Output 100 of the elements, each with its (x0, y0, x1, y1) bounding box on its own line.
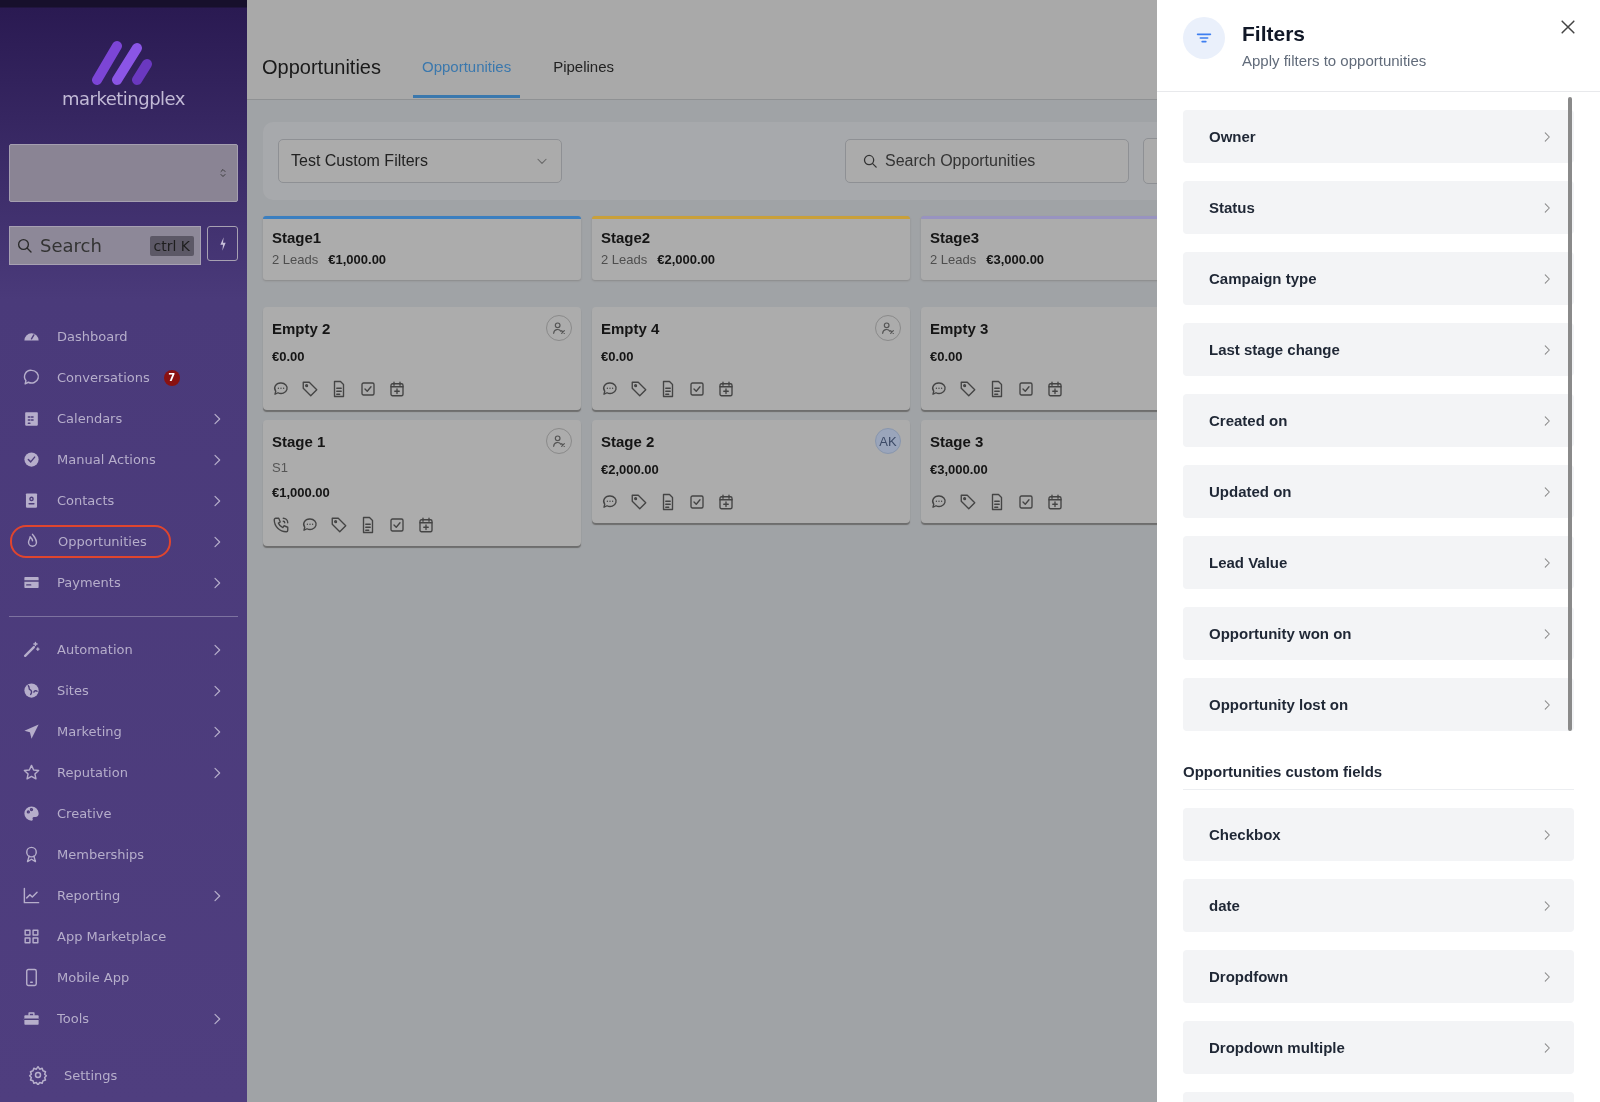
tag-icon (330, 516, 348, 534)
stage-total: €3,000.00 (986, 252, 1045, 267)
nav-item[interactable]: Sites (9, 670, 238, 711)
section-heading: Opportunities custom fields (1183, 749, 1574, 790)
chat-bubble-icon (22, 368, 41, 387)
stage-name: Stage3 (930, 229, 981, 246)
tag-icon (630, 380, 648, 398)
card-title: Stage 1 (272, 432, 326, 450)
opportunity-card[interactable]: Stage 1 S1 €1,000.00 (263, 420, 581, 546)
chat-bubble-icon (601, 493, 619, 511)
card-value: €0.00 (930, 349, 964, 364)
filter-option[interactable]: Created on (1183, 394, 1574, 447)
tag-icon (959, 380, 977, 398)
pipeline-dropdown[interactable]: Test Custom Filters (278, 139, 562, 183)
calendar-plus-icon (717, 380, 735, 398)
user-remove-icon (551, 433, 567, 449)
search-icon (16, 236, 34, 255)
brand-name: marketingplex (61, 88, 186, 109)
quick-action-button[interactable] (207, 226, 238, 261)
card-value: €3,000.00 (930, 462, 989, 477)
user-remove-icon (880, 320, 896, 336)
star-icon (22, 763, 41, 782)
app-grid-icon (22, 927, 41, 946)
nav-item[interactable]: Dashboard (9, 316, 238, 357)
tag-icon (301, 380, 319, 398)
checkbox-icon (688, 493, 706, 511)
chat-bubble-icon (601, 380, 619, 398)
opportunity-card[interactable]: Empty 4 €0.00 (592, 307, 910, 410)
card-title: Empty 4 (601, 319, 660, 337)
tag-icon (630, 493, 648, 511)
filter-option[interactable]: Updated on (1183, 465, 1574, 518)
nav-item[interactable]: Creative (9, 793, 238, 834)
nav-item[interactable]: Memberships (9, 834, 238, 875)
filter-option[interactable]: Lead Value (1183, 536, 1574, 589)
chat-bubble-icon (930, 380, 948, 398)
nav-item[interactable]: Tools (9, 998, 238, 1039)
checkbox-icon (1017, 493, 1035, 511)
nav-item[interactable]: Payments (9, 562, 238, 603)
nav-item[interactable]: Reporting (9, 875, 238, 916)
filter-option[interactable]: Checkbox (1183, 808, 1574, 861)
check-circle-icon (22, 450, 41, 469)
lead-count: 2 Leads (601, 252, 648, 267)
user-avatar[interactable]: AK (875, 428, 901, 454)
filter-option[interactable]: Campaign type (1183, 252, 1574, 305)
chat-bubble-icon (272, 380, 290, 398)
opportunity-card[interactable]: Empty 2 €0.00 (263, 307, 581, 410)
nav-item[interactable]: Marketing (9, 711, 238, 752)
palette-icon (22, 804, 41, 823)
calendar-plus-icon (1046, 380, 1064, 398)
panel-subtitle: Apply filters to opportunities (1242, 52, 1427, 69)
lead-count: 2 Leads (272, 252, 319, 267)
magic-wand-icon (22, 640, 41, 659)
tab[interactable]: Pipelines (544, 58, 624, 98)
calendar-plus-icon (417, 516, 435, 534)
opportunity-card[interactable]: Empty 3 €0.00 (921, 307, 1157, 410)
card-value: €0.00 (601, 349, 635, 364)
nav-item[interactable]: Contacts (9, 480, 238, 521)
opportunity-card[interactable]: Stage 2 AK €2,000.00 (592, 420, 910, 523)
filter-option[interactable]: Status (1183, 181, 1574, 234)
calendar-plus-icon (1046, 493, 1064, 511)
filter-option[interactable]: Owner (1183, 110, 1574, 163)
search-field[interactable]: Search Opportunities (845, 139, 1129, 183)
filter-option[interactable]: Opportunity won on (1183, 607, 1574, 660)
stage-name: Stage1 (272, 229, 323, 246)
chat-bubble-icon (930, 493, 948, 511)
scrollbar[interactable] (1568, 97, 1572, 731)
checkbox-icon (1017, 380, 1035, 398)
shortcut-key: ctrl K (149, 235, 194, 256)
filter-option[interactable]: date (1183, 879, 1574, 932)
chat-bubble-icon (301, 516, 319, 534)
filter-option[interactable]: Dropdfown (1183, 950, 1574, 1003)
search-field[interactable]: Search ctrl K (9, 226, 201, 265)
panel-title: Filters (1242, 22, 1307, 46)
card-title: Empty 2 (272, 319, 331, 337)
lead-count: 2 Leads (930, 252, 977, 267)
stage-total: €2,000.00 (657, 252, 716, 267)
filter-option[interactable]: Last stage change (1183, 323, 1574, 376)
calendar-icon (22, 409, 41, 428)
card-title: Stage 2 (601, 432, 655, 450)
settings-link[interactable]: Settings (28, 1065, 247, 1085)
opportunity-card[interactable]: Stage 3 €3,000.00 (921, 420, 1157, 523)
nav-item[interactable]: App Marketplace (9, 916, 238, 957)
nav-item[interactable]: Mobile App (9, 957, 238, 998)
checkbox-icon (688, 380, 706, 398)
nav-item[interactable]: Reputation (9, 752, 238, 793)
nav-item[interactable]: Conversations 7 (9, 357, 238, 398)
search-icon (862, 152, 879, 170)
count-badge: 7 (163, 369, 180, 386)
checkbox-icon (388, 516, 406, 534)
line-chart-icon (22, 886, 41, 905)
page-title: Opportunities (262, 56, 381, 79)
nav-item[interactable]: Calendars (9, 398, 238, 439)
stage-name: Stage2 (601, 229, 652, 246)
card-value: €0.00 (272, 349, 306, 364)
nav-item[interactable]: Manual Actions (9, 439, 238, 480)
card-value: €2,000.00 (601, 462, 660, 477)
paper-plane-icon (22, 722, 41, 741)
card-title: Empty 3 (930, 319, 989, 337)
filter-option[interactable]: Opportunity lost on (1183, 678, 1574, 731)
filter-option[interactable]: Dropdown multiple (1183, 1021, 1574, 1074)
